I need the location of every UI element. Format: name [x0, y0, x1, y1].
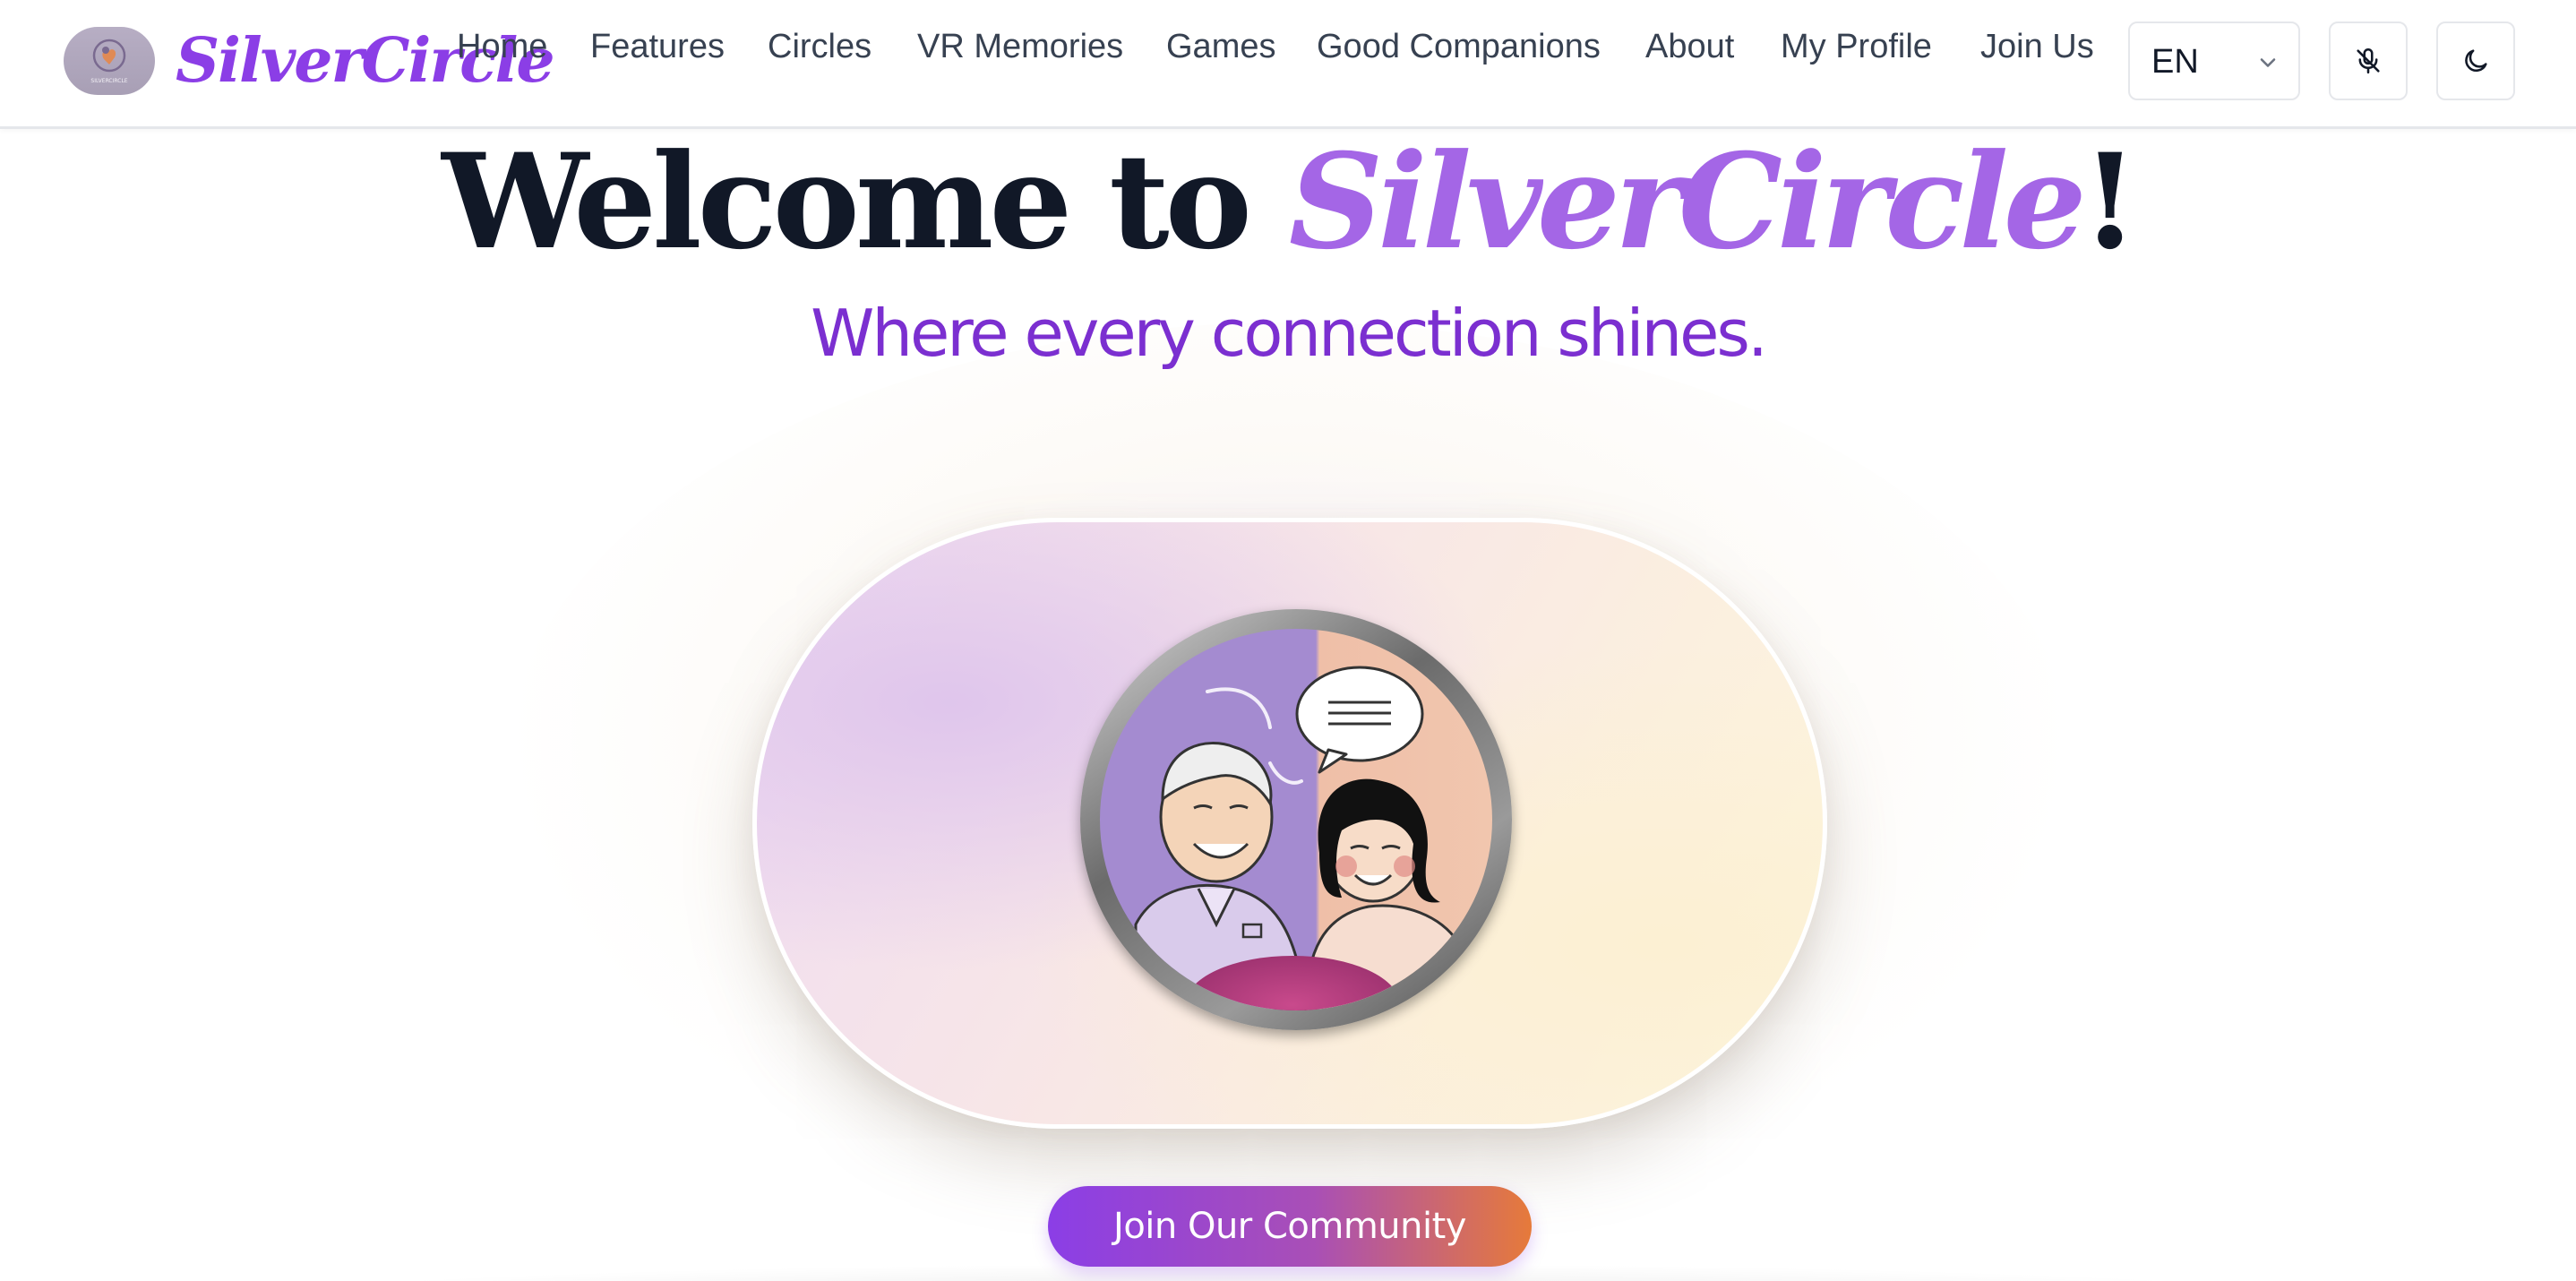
nav-link-home[interactable]: Home [457, 20, 547, 73]
mic-toggle-button[interactable] [2329, 21, 2408, 100]
companions-illustration-icon [1100, 629, 1492, 1010]
language-select[interactable]: EN [2128, 21, 2300, 100]
top-navbar: SILVERCIRCLE SilverCircle Home Features … [0, 0, 2576, 129]
join-community-button[interactable]: Join Our Community [1048, 1186, 1532, 1267]
moon-icon [2465, 49, 2487, 73]
hero-title: Welcome to SilverCircle! [0, 131, 2576, 274]
chevron-down-icon [2260, 58, 2276, 67]
logo-badge[interactable]: SILVERCIRCLE [64, 27, 155, 95]
nav-link-about[interactable]: About [1645, 20, 1734, 73]
nav-link-circles[interactable]: Circles [768, 20, 872, 73]
hero-illustration-frame [1080, 609, 1512, 1030]
hero-title-brand: SilverCircle [1288, 125, 2087, 279]
nav-link-good-companions[interactable]: Good Companions [1317, 20, 1601, 73]
silvercircle-logo-icon: SILVERCIRCLE [90, 39, 128, 84]
nav-link-vr-memories[interactable]: VR Memories [917, 20, 1123, 73]
nav-link-games[interactable]: Games [1166, 20, 1275, 73]
nav-link-my-profile[interactable]: My Profile [1781, 20, 1932, 73]
hero-title-suffix: ! [2081, 125, 2139, 279]
hero-title-prefix: Welcome to [442, 125, 1289, 279]
section-divider-shadow [233, 1263, 2343, 1281]
hero-tagline: Where every connection shines. [811, 296, 1768, 371]
nav-link-join-us[interactable]: Join Us [1980, 20, 2094, 73]
hero-illustration [1100, 629, 1492, 1010]
mic-off-icon [2357, 47, 2380, 74]
language-value: EN [2151, 43, 2199, 81]
svg-text:SILVERCIRCLE: SILVERCIRCLE [90, 78, 127, 84]
theme-toggle-button[interactable] [2436, 21, 2515, 100]
nav-link-features[interactable]: Features [590, 20, 725, 73]
